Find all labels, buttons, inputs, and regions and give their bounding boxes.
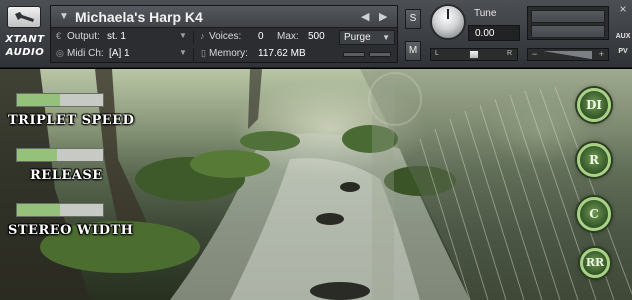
level-meter-right [531, 25, 605, 38]
r-button[interactable]: R [577, 143, 611, 177]
volume-minus-icon: − [532, 49, 538, 59]
volume-ramp [544, 51, 592, 59]
triplet-speed-slider[interactable] [16, 93, 104, 107]
voices-label: Voices: [209, 31, 242, 42]
di-button[interactable]: DI [577, 88, 611, 122]
pan-left-label: L [435, 50, 439, 57]
output-label: Output: [67, 31, 100, 42]
midi-channel-label: Midi Ch: [67, 48, 104, 59]
expand-triangle-icon[interactable]: ▼ [59, 11, 69, 22]
stereo-width-fill [17, 204, 60, 216]
max-label: Max: [277, 31, 299, 42]
aux-button[interactable]: AUX [615, 33, 631, 40]
output-value[interactable]: st. 1 [107, 31, 126, 42]
instrument-title-row: ▼ Michaela's Harp K4 ◀ ▶ [51, 6, 397, 28]
tune-value: 0.00 [475, 28, 495, 39]
instrument-name[interactable]: Michaela's Harp K4 [75, 9, 203, 25]
output-icon: € [56, 31, 62, 41]
midi-dropdown-icon[interactable]: ▼ [179, 48, 187, 57]
max-voices-value[interactable]: 500 [308, 31, 325, 42]
c-button[interactable]: C [577, 197, 611, 231]
pan-right-label: R [506, 50, 512, 57]
purge-label: Purge [344, 32, 371, 43]
output-row: € Output: st. 1 ▼ ♪ Voices: 0 Max: 500 P… [51, 29, 397, 46]
previous-instrument-icon[interactable]: ◀ [361, 10, 369, 23]
disk-meter [369, 52, 391, 57]
purge-dropdown[interactable]: Purge ▼ [339, 30, 395, 45]
wrench-icon[interactable] [7, 6, 41, 28]
midi-channel-value[interactable]: [A] 1 [109, 48, 130, 59]
solo-button[interactable]: S [405, 9, 421, 29]
tune-knob[interactable] [430, 4, 466, 40]
release-fill [17, 149, 58, 161]
volume-slider[interactable]: − + [527, 48, 609, 61]
memory-value: 117.62 MB [258, 48, 306, 59]
cpu-meter [343, 52, 365, 57]
pan-slider[interactable]: L R [430, 48, 518, 61]
instrument-header: XTANT AUDIO ▼ Michaela's Harp K4 ◀ ▶ € O… [0, 0, 632, 68]
mute-button[interactable]: M [405, 41, 421, 61]
triplet-speed-fill [17, 94, 60, 106]
instrument-artwork-panel: TRIPLET SPEED RELEASE STEREO WIDTH DI R … [0, 69, 632, 300]
brand-name: XTANT [5, 34, 45, 45]
midi-row: ◎ Midi Ch: [A] 1 ▼ ▯ Memory: 117.62 MB [51, 46, 397, 63]
volume-plus-icon: + [598, 49, 604, 59]
level-meter-left [531, 10, 605, 23]
triplet-speed-label: TRIPLET SPEED [8, 113, 135, 128]
stereo-width-label: STEREO WIDTH [8, 223, 134, 238]
tune-label: Tune [474, 8, 497, 19]
brand-name-sub: AUDIO [5, 47, 45, 58]
stereo-width-slider[interactable] [16, 203, 104, 217]
release-slider[interactable] [16, 148, 104, 162]
next-instrument-icon[interactable]: ▶ [379, 10, 387, 23]
midi-icon: ◎ [56, 48, 64, 58]
output-dropdown-icon[interactable]: ▼ [179, 31, 187, 40]
pv-button[interactable]: PV [615, 48, 631, 55]
tune-value-field[interactable]: 0.00 [468, 25, 520, 41]
close-icon[interactable]: × [615, 2, 631, 16]
pan-handle[interactable] [469, 50, 479, 59]
output-level-meter [527, 6, 609, 40]
voices-icon: ♪ [200, 31, 205, 41]
memory-icon: ▯ [201, 48, 206, 58]
memory-label: Memory: [209, 48, 248, 59]
release-label: RELEASE [30, 168, 103, 183]
voices-value: 0 [258, 31, 264, 42]
instrument-info-panel: ▼ Michaela's Harp K4 ◀ ▶ € Output: st. 1… [50, 5, 398, 63]
purge-dropdown-icon: ▼ [382, 33, 390, 42]
rr-button[interactable]: RR [580, 248, 610, 278]
brand-logo: XTANT AUDIO [0, 0, 48, 68]
